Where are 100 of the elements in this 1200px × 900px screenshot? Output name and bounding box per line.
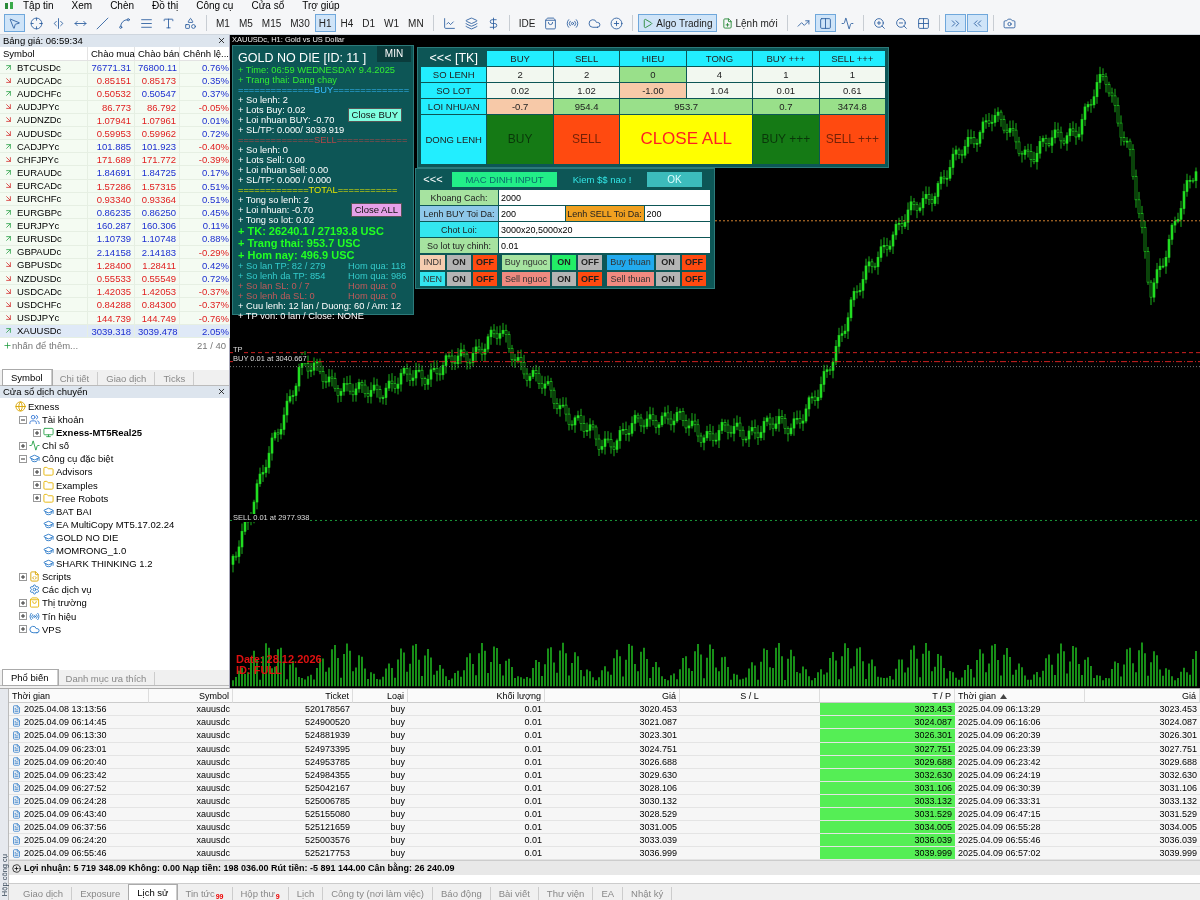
- tree-item[interactable]: Advisors: [56, 466, 93, 478]
- input-field[interactable]: 0.01: [499, 238, 710, 254]
- symbol-cell[interactable]: EURUSDc: [0, 232, 88, 246]
- menu-item[interactable]: Xem: [62, 0, 102, 13]
- expand-icon[interactable]: [19, 625, 27, 634]
- column-header[interactable]: Khối lượng: [408, 689, 545, 704]
- column-header[interactable]: Symbol: [149, 689, 233, 704]
- timeframe-button[interactable]: M30: [286, 14, 314, 33]
- back-button[interactable]: <<<: [420, 173, 446, 186]
- timeframe-button[interactable]: M15: [257, 14, 286, 33]
- symbol-cell[interactable]: CHFJPYc: [0, 153, 88, 167]
- tree-item[interactable]: MOMRONG_1.0: [56, 545, 127, 557]
- tree-item[interactable]: VPS: [42, 623, 61, 635]
- tree-item[interactable]: Thị trường: [42, 597, 87, 609]
- tree-item[interactable]: Tín hiệu: [42, 610, 77, 622]
- input-field[interactable]: 200: [499, 206, 565, 222]
- symbol-cell[interactable]: AUDCADc: [0, 74, 88, 88]
- column-header[interactable]: Chào bán: [135, 46, 180, 61]
- timeframe-button[interactable]: M5: [234, 14, 257, 33]
- timeframe-button[interactable]: H1: [314, 14, 336, 33]
- toolbar-button[interactable]: Lệnh mới: [717, 14, 782, 33]
- input-field[interactable]: 200: [644, 206, 710, 222]
- timeframe-button[interactable]: D1: [358, 14, 380, 33]
- column-header[interactable]: Loại: [353, 689, 408, 704]
- on-button[interactable]: ON: [447, 271, 471, 286]
- tree-item[interactable]: Chỉ số: [42, 440, 69, 452]
- collapse-icon[interactable]: [19, 454, 27, 463]
- off-button[interactable]: OFF: [682, 271, 706, 286]
- expand-icon[interactable]: [19, 598, 27, 607]
- on-button[interactable]: ON: [447, 255, 471, 270]
- timeframe-button[interactable]: IDE: [514, 14, 540, 33]
- close-orders-button[interactable]: Close BUY: [347, 107, 402, 122]
- collapse-icon[interactable]: [19, 415, 27, 424]
- scroll-right-tool-button[interactable]: [944, 14, 966, 33]
- tree-item[interactable]: BAT BAI: [56, 505, 92, 517]
- tree-item[interactable]: Exness: [28, 401, 60, 412]
- tree-item[interactable]: Examples: [56, 479, 98, 491]
- expand-icon[interactable]: [12, 863, 21, 873]
- menu-item[interactable]: Cửa sổ: [242, 0, 294, 13]
- expand-icon[interactable]: [19, 612, 27, 620]
- tree-item[interactable]: SHARK THINKING 1.2: [56, 558, 153, 570]
- tree-item[interactable]: Tài khoản: [42, 414, 84, 426]
- column-header[interactable]: Giá: [1085, 689, 1200, 704]
- close-icon[interactable]: [217, 36, 226, 46]
- column-header[interactable]: Ticket: [233, 689, 353, 704]
- timeframe-button[interactable]: W1: [380, 14, 404, 33]
- expand-icon[interactable]: [33, 468, 41, 476]
- tree-item[interactable]: GOLD NO DIE: [56, 531, 119, 543]
- close-orders-button[interactable]: CLOSE ALL: [620, 114, 753, 164]
- tree-item[interactable]: Scripts: [42, 571, 72, 583]
- input-field[interactable]: 2000: [499, 190, 710, 206]
- back-link[interactable]: <<< [TK]: [421, 50, 487, 66]
- symbol-cell[interactable]: EURAUDc: [0, 166, 88, 180]
- column-header[interactable]: Thời gian: [955, 689, 1085, 704]
- on-button[interactable]: ON: [552, 255, 576, 270]
- expand-icon[interactable]: [33, 481, 41, 490]
- off-button[interactable]: OFF: [682, 255, 706, 270]
- minimize-button[interactable]: MIN: [377, 45, 411, 62]
- panel-tab[interactable]: Symbol: [3, 369, 52, 385]
- symbol-cell[interactable]: USDCHFc: [0, 298, 88, 312]
- column-header[interactable]: T / P: [820, 689, 955, 704]
- panel-tab[interactable]: Phổ biến: [3, 669, 58, 685]
- on-button[interactable]: ON: [656, 255, 680, 270]
- on-button[interactable]: ON: [552, 271, 576, 286]
- pointer-tool-button[interactable]: [4, 14, 25, 33]
- symbol-cell[interactable]: USDCADc: [0, 285, 88, 299]
- timeframe-button[interactable]: M1: [212, 14, 234, 33]
- expand-icon[interactable]: [19, 572, 27, 581]
- menu-item[interactable]: Trợ giúp: [293, 0, 349, 13]
- tree-item[interactable]: Exness-MT5Real25: [56, 427, 143, 439]
- tree-item[interactable]: Công cụ đặc biệt: [42, 453, 114, 465]
- timeframe-button[interactable]: MN: [404, 14, 428, 33]
- symbol-cell[interactable]: EURGBPc: [0, 206, 88, 220]
- symbol-cell[interactable]: EURJPYc: [0, 219, 88, 233]
- off-button[interactable]: OFF: [473, 255, 497, 270]
- add-icon[interactable]: [3, 340, 12, 350]
- close-icon[interactable]: [217, 387, 226, 397]
- scroll-left-tool-button[interactable]: [966, 14, 988, 33]
- sell-level-line[interactable]: [230, 519, 1200, 521]
- off-button[interactable]: OFF: [578, 271, 602, 286]
- toolbar-button[interactable]: Algo Trading: [638, 14, 717, 33]
- tree-item[interactable]: Các dịch vụ: [42, 584, 92, 596]
- menu-item[interactable]: Đồ thị: [143, 0, 188, 13]
- column-header[interactable]: Giá: [545, 689, 680, 704]
- add-symbol-hint[interactable]: nhấn để thêm...: [12, 339, 79, 351]
- toolbox-tab[interactable]: Lịch sử: [129, 885, 178, 900]
- expand-icon[interactable]: [33, 494, 41, 503]
- column-header[interactable]: Chào mua: [88, 46, 135, 61]
- timeframe-button[interactable]: H4: [336, 14, 358, 33]
- column-header[interactable]: S / L: [680, 689, 820, 704]
- menu-item[interactable]: Chèn: [101, 0, 144, 13]
- columns-tool-button[interactable]: [814, 14, 836, 33]
- symbol-cell[interactable]: AUDCHFc: [0, 87, 88, 101]
- column-header[interactable]: Thời gian: [9, 689, 149, 704]
- close-orders-button[interactable]: Close ALL: [350, 202, 402, 217]
- tree-item[interactable]: Free Robots: [56, 492, 109, 504]
- on-button[interactable]: ON: [656, 271, 680, 286]
- app-logo-icon[interactable]: [4, 1, 14, 12]
- tree-item[interactable]: EA MultiCopy MT5.17.02.24: [56, 518, 175, 530]
- off-button[interactable]: OFF: [473, 271, 497, 286]
